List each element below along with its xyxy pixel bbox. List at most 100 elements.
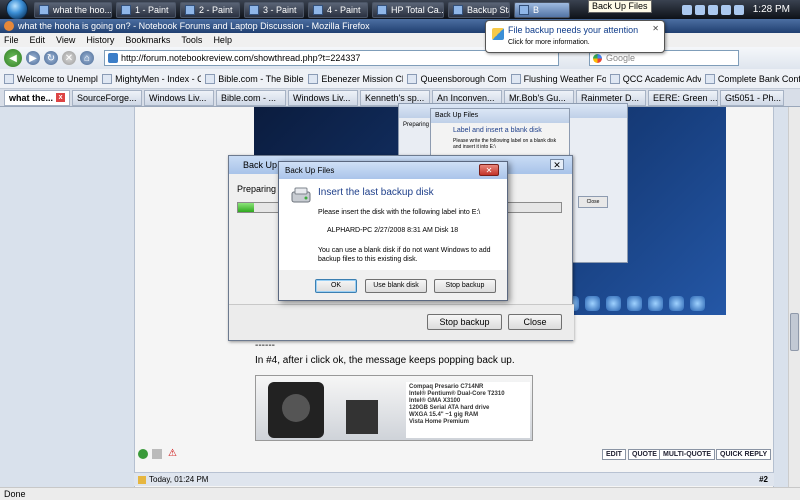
notification-subtitle: Click for more information. — [508, 39, 590, 46]
close-tab-icon[interactable]: x — [56, 93, 66, 102]
menu-history[interactable]: History — [86, 35, 114, 45]
taskbar-item-paint-1[interactable]: 1 - Paint — [116, 1, 176, 18]
tray-network-icon[interactable] — [694, 4, 705, 15]
ad-banner[interactable]: Compaq Presario C714NR Intel® Pentium® D… — [255, 375, 533, 441]
taskbar-item-backup-status[interactable]: Backup Stat... — [448, 1, 510, 18]
tray-arrow-icon[interactable] — [681, 4, 692, 15]
paint-icon — [313, 4, 323, 15]
close-icon[interactable]: ✕ — [550, 159, 564, 170]
bookmark-item[interactable]: Queensborough Comm... — [407, 73, 507, 84]
tab-label: Mr.Bob's Gu... — [509, 92, 566, 103]
stop-button[interactable]: ✕ — [62, 51, 76, 65]
screenshot-dialog-title: Back Up Files — [431, 109, 569, 123]
ok-button[interactable]: OK — [315, 279, 357, 293]
hp-icon — [377, 4, 387, 15]
menu-bar: File Edit View History Bookmarks Tools H… — [0, 33, 800, 47]
taskbar-item-paint-2[interactable]: 2 - Paint — [180, 1, 240, 18]
menu-help[interactable]: Help — [213, 35, 232, 45]
dialog-title-text: Back Up Files — [285, 166, 335, 175]
paint-icon — [249, 4, 259, 15]
start-button[interactable] — [0, 0, 30, 20]
close-icon[interactable]: ✕ — [479, 164, 499, 176]
taskbar-item-paint-3[interactable]: 3 - Paint — [244, 1, 304, 18]
reputation-icon[interactable] — [152, 449, 162, 459]
backup-notification-balloon[interactable]: File backup needs your attention Click f… — [485, 20, 665, 53]
dialog-message: Please insert the disk with the followin… — [318, 209, 481, 216]
dock-icon — [627, 295, 642, 311]
menu-view[interactable]: View — [56, 35, 75, 45]
tab-windows-live-1[interactable]: Windows Liv... — [144, 89, 214, 106]
scrollbar-thumb[interactable] — [790, 313, 799, 351]
forward-button[interactable]: ▶ — [26, 51, 40, 65]
dialog-title: Back Up Files ✕ — [279, 162, 507, 179]
tab-sourceforge[interactable]: SourceForge... — [72, 89, 142, 106]
bookmark-item[interactable]: Welcome to Unemplo... — [4, 73, 98, 84]
tab-label: Windows Liv... — [293, 92, 351, 103]
bookmark-icon — [102, 73, 113, 84]
bookmark-label: Queensborough Comm... — [420, 73, 507, 84]
speaker-image — [268, 382, 324, 438]
bookmark-item[interactable]: Bible.com - The Bible ... — [205, 73, 305, 84]
tray-volume-icon[interactable] — [707, 4, 718, 15]
taskbar-label: B — [533, 4, 540, 15]
windows-orb-icon — [6, 0, 28, 20]
taskbar-label: HP Total Ca... — [391, 4, 444, 15]
notification-title: File backup needs your attention — [508, 25, 639, 35]
backup-window-footer: Stop backup Close — [229, 304, 574, 340]
close-icon[interactable]: ✕ — [652, 24, 659, 33]
taskbar: what the hoo... 1 - Paint 2 - Paint 3 - … — [0, 0, 800, 20]
bookmark-label: Flushing Weather Fore... — [523, 73, 606, 84]
bookmark-item[interactable]: Flushing Weather Fore... — [510, 73, 606, 84]
stop-backup-button[interactable]: Stop backup — [434, 279, 496, 293]
bookmark-item[interactable]: MightyMen - Index - C... — [102, 73, 201, 84]
back-button[interactable]: ◀ — [4, 49, 22, 67]
disk-drive-icon — [291, 187, 311, 203]
clock[interactable]: 1:28 PM — [753, 4, 790, 15]
taskbar-tooltip: Back Up Files — [588, 0, 652, 13]
reload-button[interactable]: ↻ — [44, 51, 58, 65]
bookmark-icon — [704, 73, 715, 84]
use-blank-disk-button[interactable]: Use blank disk — [365, 279, 427, 293]
report-post-icon[interactable]: ⚠ — [168, 449, 178, 459]
multi-quote-button[interactable]: MULTI-QUOTE — [659, 449, 716, 460]
bookmark-item[interactable]: Complete Bank Confir... — [704, 73, 800, 84]
tab-what-the[interactable]: what the... x — [4, 89, 70, 106]
spec-line: 120GB Serial ATA hard drive — [409, 405, 490, 411]
quote-button[interactable]: QUOTE — [628, 449, 661, 460]
window-title: what the hooha is going on? - Notebook F… — [18, 21, 370, 31]
stop-backup-button[interactable]: Stop backup — [427, 314, 502, 330]
status-bar: Done — [0, 487, 800, 500]
close-button[interactable]: Close — [508, 314, 562, 330]
menu-edit[interactable]: Edit — [30, 35, 46, 45]
tab-eere[interactable]: EERE: Green ... — [648, 89, 718, 106]
tray-backup-icon[interactable] — [733, 4, 744, 15]
taskbar-item-firefox[interactable]: what the hoo... — [34, 1, 112, 18]
menu-tools[interactable]: Tools — [181, 35, 202, 45]
bookmark-icon — [4, 73, 14, 84]
menu-file[interactable]: File — [4, 35, 19, 45]
home-button[interactable]: ⌂ — [80, 51, 94, 65]
bookmark-icon — [205, 73, 216, 84]
bookmark-label: Bible.com - The Bible ... — [218, 73, 305, 84]
post-number[interactable]: #2 — [759, 475, 768, 484]
backup-icon — [453, 4, 463, 15]
taskbar-item-back-up-files[interactable]: B — [514, 1, 570, 18]
quick-reply-button[interactable]: QUICK REPLY — [716, 449, 772, 460]
tab-gt5051[interactable]: Gt5051 - Ph... — [720, 89, 784, 106]
vertical-scrollbar[interactable] — [788, 107, 800, 487]
bookmark-item[interactable]: QCC Academic Advise... — [609, 73, 701, 84]
bookmark-label: Ebenezer Mission Chur... — [321, 73, 403, 84]
tab-windows-live-2[interactable]: Windows Liv... — [288, 89, 358, 106]
tray-power-icon[interactable] — [720, 4, 731, 15]
taskbar-label: Backup Stat... — [467, 4, 509, 15]
post-separator: ------ — [255, 340, 275, 351]
tab-bible[interactable]: Bible.com - ... — [216, 89, 286, 106]
bookmark-item[interactable]: Ebenezer Mission Chur... — [308, 73, 403, 84]
dialog-note: You can use a blank disk if do not want … — [318, 247, 491, 263]
edit-button[interactable]: EDIT — [602, 449, 626, 460]
taskbar-item-paint-4[interactable]: 4 - Paint — [308, 1, 368, 18]
tab-label: An Inconven... — [437, 92, 495, 103]
screenshot-close-button: Close — [578, 196, 608, 208]
menu-bookmarks[interactable]: Bookmarks — [125, 35, 170, 45]
taskbar-item-hp[interactable]: HP Total Ca... — [372, 1, 444, 18]
